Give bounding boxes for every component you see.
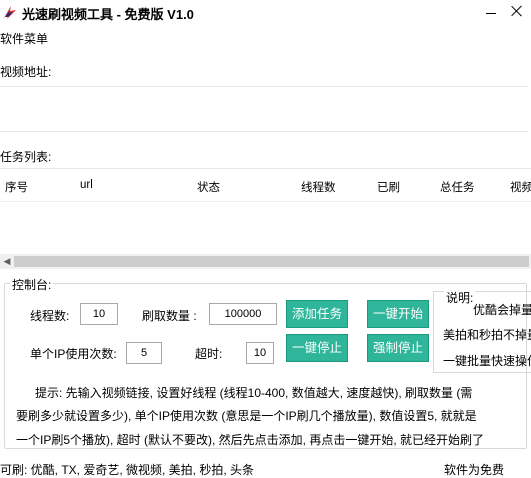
count-input[interactable]: 100000 <box>209 303 277 325</box>
count-label: 刷取数量 : <box>142 309 197 323</box>
close-button[interactable] <box>510 4 524 18</box>
force-stop-button[interactable]: 强制停止 <box>367 334 429 362</box>
timeout-input[interactable]: 10 <box>246 342 274 364</box>
minimize-icon <box>486 13 496 14</box>
per-ip-input[interactable]: 5 <box>126 342 162 364</box>
note-line-2: 美拍和秒拍不掉量 <box>443 328 531 342</box>
timeout-label: 超时: <box>195 347 223 361</box>
column-header-done[interactable]: 已刷 <box>377 179 400 195</box>
minimize-button[interactable] <box>485 6 497 18</box>
scroll-left-icon[interactable]: ◀ <box>2 256 12 267</box>
column-header-video[interactable]: 视频 <box>510 179 531 195</box>
free-software-text: 软件为免费 <box>444 463 505 477</box>
task-table[interactable]: 序号 url 状态 线程数 已刷 总任务 视频 ◀ <box>0 168 531 269</box>
stop-all-button[interactable]: 一键停止 <box>286 334 348 362</box>
table-header: 序号 url 状态 线程数 已刷 总任务 视频 <box>0 169 531 202</box>
video-url-label: 视频地址: <box>0 65 52 79</box>
start-all-button[interactable]: 一键开始 <box>367 300 429 328</box>
column-header-url[interactable]: url <box>80 179 93 191</box>
task-list-label: 任务列表: <box>0 150 52 164</box>
column-header-total[interactable]: 总任务 <box>440 179 475 195</box>
column-header-threads[interactable]: 线程数 <box>301 179 336 195</box>
threads-label: 线程数: <box>30 309 70 323</box>
tip-line-3: 一个IP刷5个播放), 超时 (默认不要改), 然后先点击添加, 再点击一键开始… <box>16 433 485 447</box>
window-title: 光速刷视频工具 - 免费版 V1.0 <box>22 7 194 22</box>
title-bar: 光速刷视频工具 - 免费版 V1.0 <box>0 0 531 24</box>
column-header-index[interactable]: 序号 <box>5 179 28 195</box>
note-line-1: 优酷会掉量 <box>473 303 531 317</box>
video-url-input[interactable] <box>0 86 528 132</box>
software-menu[interactable]: 软件菜单 <box>0 30 48 47</box>
threads-input[interactable]: 10 <box>80 303 118 325</box>
notes-title: 说明: <box>444 289 476 306</box>
control-panel-title: 控制台: <box>10 276 54 293</box>
tip-line-1: 提示: 先输入视频链接, 设置好线程 (线程10-400, 数值越大, 速度越快… <box>35 386 473 400</box>
note-line-3: 一键批量快速操作 <box>443 354 531 368</box>
scrollbar-thumb[interactable] <box>14 256 529 267</box>
tip-line-2: 要刷多少就设置多少), 单个IP使用次数 (意思是一个IP刷几个播放量), 数值… <box>16 409 477 423</box>
per-ip-label: 单个IP使用次数: <box>30 347 117 361</box>
add-task-button[interactable]: 添加任务 <box>286 300 348 328</box>
column-header-status[interactable]: 状态 <box>197 179 220 195</box>
supported-platforms-text: 可刷: 优酷, TX, 爱奇艺, 微视频, 美拍, 秒拍, 头条 <box>0 463 255 477</box>
horizontal-scrollbar[interactable]: ◀ <box>0 254 531 269</box>
lightning-bolt-icon <box>4 6 16 19</box>
